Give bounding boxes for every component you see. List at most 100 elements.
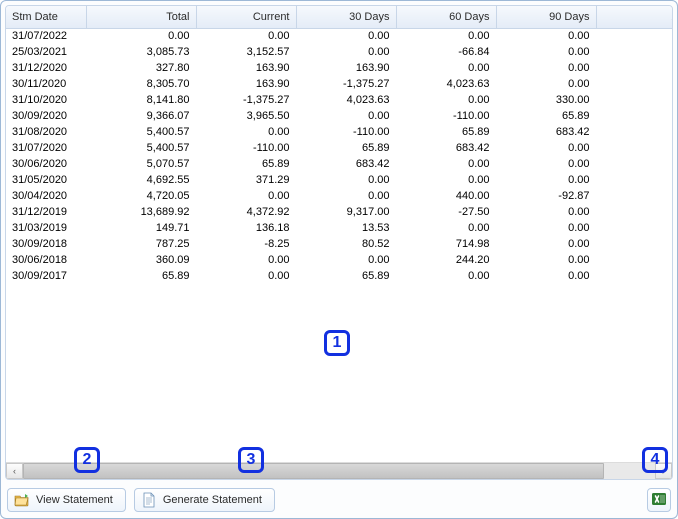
table-row[interactable]: 31/03/2019149.71136.1813.530.000.00 (6, 220, 672, 236)
cell-current: 136.18 (196, 220, 296, 236)
table-row[interactable]: 25/03/20213,085.733,152.570.00-66.840.00 (6, 44, 672, 60)
cell-d90: 0.00 (496, 60, 596, 76)
cell-d30: 0.00 (296, 188, 396, 204)
cell-total: 65.89 (86, 268, 196, 284)
cell-total: 3,085.73 (86, 44, 196, 60)
cell-current: 0.00 (196, 188, 296, 204)
table-row[interactable]: 30/06/20205,070.5765.89683.420.000.004,3 (6, 156, 672, 172)
cell-total: 149.71 (86, 220, 196, 236)
scroll-right-button[interactable]: › (655, 463, 672, 479)
table-row[interactable]: 31/12/2020327.80163.90163.900.000.00 (6, 60, 672, 76)
cell-d60: 0.00 (396, 28, 496, 44)
cell-d90: 0.00 (496, 76, 596, 92)
cell-d60: -66.84 (396, 44, 496, 60)
column-header-d60[interactable]: 60 Days (396, 6, 496, 28)
cell-d30: 0.00 (296, 252, 396, 268)
cell-total: 5,400.57 (86, 124, 196, 140)
cell-current: 371.29 (196, 172, 296, 188)
cell-current: 0.00 (196, 28, 296, 44)
cell-current: -1,375.27 (196, 92, 296, 108)
cell-d60: 0.00 (396, 220, 496, 236)
generate-statement-label: Generate Statement (163, 494, 262, 506)
table-row[interactable]: 31/07/20220.000.000.000.000.00 (6, 28, 672, 44)
cell-d120: 4,3 (596, 156, 672, 172)
cell-d120: 1 (596, 252, 672, 268)
cell-date: 31/12/2019 (6, 204, 86, 220)
column-header-d90[interactable]: 90 Days (496, 6, 596, 28)
scroll-left-button[interactable]: ‹ (6, 463, 23, 479)
generate-statement-button[interactable]: Generate Statement (134, 488, 275, 512)
cell-d60: 0.00 (396, 156, 496, 172)
cell-d120: 5,1 (596, 92, 672, 108)
cell-total: 787.25 (86, 236, 196, 252)
cell-d30: 0.00 (296, 28, 396, 44)
cell-d90: 330.00 (496, 92, 596, 108)
cell-current: 4,372.92 (196, 204, 296, 220)
cell-current: 0.00 (196, 252, 296, 268)
table-row[interactable]: 30/09/201765.890.0065.890.000.00 (6, 268, 672, 284)
export-excel-button[interactable] (647, 488, 671, 512)
table-header: Stm DateTotalCurrent30 Days60 Days90 Day… (6, 6, 672, 28)
cell-d120 (596, 268, 672, 284)
cell-d90: 0.00 (496, 44, 596, 60)
table-row[interactable]: 30/09/2018787.25-8.2580.52714.980.00 (6, 236, 672, 252)
cell-d60: 0.00 (396, 172, 496, 188)
cell-d60: 0.00 (396, 92, 496, 108)
cell-total: 360.09 (86, 252, 196, 268)
table-row[interactable]: 31/12/201913,689.924,372.929,317.00-27.5… (6, 204, 672, 220)
excel-icon (651, 491, 667, 510)
table-row[interactable]: 31/10/20208,141.80-1,375.274,023.630.003… (6, 92, 672, 108)
cell-d30: 9,317.00 (296, 204, 396, 220)
cell-d90: -92.87 (496, 188, 596, 204)
cell-d30: 65.89 (296, 140, 396, 156)
cell-total: 9,366.07 (86, 108, 196, 124)
column-header-d30[interactable]: 30 Days (296, 6, 396, 28)
cell-total: 5,400.57 (86, 140, 196, 156)
cell-d120 (596, 44, 672, 60)
cell-d120 (596, 220, 672, 236)
cell-d90: 0.00 (496, 204, 596, 220)
table-row[interactable]: 31/08/20205,400.570.00-110.0065.89683.42… (6, 124, 672, 140)
cell-d30: 163.90 (296, 60, 396, 76)
folder-open-icon (14, 492, 30, 508)
cell-d60: 244.20 (396, 252, 496, 268)
cell-d120: 4,3 (596, 172, 672, 188)
table-row[interactable]: 30/09/20209,366.073,965.500.00-110.0065.… (6, 108, 672, 124)
cell-total: 5,070.57 (86, 156, 196, 172)
table-row[interactable]: 30/06/2018360.090.000.00244.200.001 (6, 252, 672, 268)
scroll-track[interactable] (23, 463, 655, 479)
column-header-current[interactable]: Current (196, 6, 296, 28)
cell-total: 327.80 (86, 60, 196, 76)
cell-d30: 65.89 (296, 268, 396, 284)
scroll-thumb[interactable] (23, 463, 604, 479)
cell-date: 31/08/2020 (6, 124, 86, 140)
column-header-d120[interactable]: 120 (596, 6, 672, 28)
cell-current: 65.89 (196, 156, 296, 172)
cell-date: 30/09/2020 (6, 108, 86, 124)
cell-d120: 5,4 (596, 108, 672, 124)
cell-d120: 4,7 (596, 140, 672, 156)
cell-d30: 0.00 (296, 172, 396, 188)
horizontal-scrollbar[interactable]: ‹ › (6, 462, 672, 479)
cell-d60: 0.00 (396, 60, 496, 76)
cell-d60: 683.42 (396, 140, 496, 156)
cell-d90: 0.00 (496, 140, 596, 156)
cell-d90: 0.00 (496, 268, 596, 284)
cell-current: 0.00 (196, 268, 296, 284)
column-header-total[interactable]: Total (86, 6, 196, 28)
cell-date: 31/07/2020 (6, 140, 86, 156)
cell-d120: 5,4 (596, 76, 672, 92)
column-header-date[interactable]: Stm Date (6, 6, 86, 28)
cell-d30: 13.53 (296, 220, 396, 236)
cell-d90: 0.00 (496, 172, 596, 188)
bottom-toolbar: View Statement Generate Statement (5, 480, 673, 514)
table-row[interactable]: 31/07/20205,400.57-110.0065.89683.420.00… (6, 140, 672, 156)
cell-total: 4,720.05 (86, 188, 196, 204)
view-statement-button[interactable]: View Statement (7, 488, 126, 512)
table-row[interactable]: 30/11/20208,305.70163.90-1,375.274,023.6… (6, 76, 672, 92)
cell-total: 8,141.80 (86, 92, 196, 108)
table-row[interactable]: 31/05/20204,692.55371.290.000.000.004,3 (6, 172, 672, 188)
cell-d30: -1,375.27 (296, 76, 396, 92)
table-row[interactable]: 30/04/20204,720.050.000.00440.00-92.874,… (6, 188, 672, 204)
cell-d90: 0.00 (496, 28, 596, 44)
